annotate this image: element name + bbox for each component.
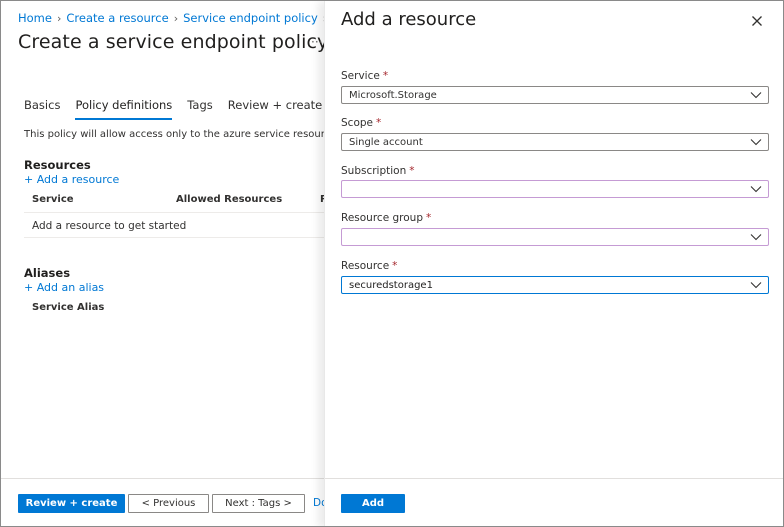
- tab-tags[interactable]: Tags: [187, 98, 212, 118]
- chevron-down-icon: [750, 186, 762, 193]
- column-service: Service: [32, 194, 74, 205]
- next-tags-button[interactable]: Next : Tags >: [212, 494, 305, 513]
- create-policy-page: Home › Create a resource › Service endpo…: [1, 1, 366, 526]
- required-marker: *: [392, 260, 398, 272]
- scope-label: Scope *: [341, 117, 382, 129]
- policy-description: This policy will allow access only to th…: [24, 129, 366, 140]
- scope-dropdown[interactable]: Single account: [341, 133, 769, 151]
- service-label: Service *: [341, 70, 389, 82]
- chevron-down-icon: [750, 92, 762, 99]
- resource-value: securedstorage1: [349, 279, 433, 291]
- previous-button[interactable]: < Previous: [128, 494, 209, 513]
- breadcrumb: Home › Create a resource › Service endpo…: [18, 11, 332, 25]
- subscription-dropdown[interactable]: [341, 180, 769, 198]
- review-create-button[interactable]: Review + create: [18, 494, 125, 513]
- aliases-heading: Aliases: [24, 266, 71, 280]
- breadcrumb-create-resource[interactable]: Create a resource: [66, 11, 168, 25]
- blade-title: Add a resource: [341, 9, 477, 30]
- breadcrumb-home[interactable]: Home: [18, 11, 52, 25]
- breadcrumb-service-endpoint-policy[interactable]: Service endpoint policy: [183, 11, 318, 25]
- resources-heading: Resources: [24, 158, 91, 172]
- add-resource-link[interactable]: + Add a resource: [24, 173, 119, 186]
- tab-policy-definitions[interactable]: Policy definitions: [75, 98, 172, 120]
- blade-footer-divider: [325, 478, 783, 479]
- resource-group-dropdown[interactable]: [341, 228, 769, 246]
- required-marker: *: [382, 70, 389, 82]
- resources-empty-row: Add a resource to get started: [32, 220, 187, 232]
- tab-basics[interactable]: Basics: [24, 98, 60, 118]
- required-marker: *: [426, 212, 432, 224]
- close-icon[interactable]: [749, 13, 765, 29]
- table-divider: [24, 237, 334, 238]
- column-allowed-resources: Allowed Resources: [176, 194, 283, 205]
- resource-group-label: Resource group *: [341, 212, 432, 224]
- chevron-down-icon: [750, 139, 762, 146]
- window: Home › Create a resource › Service endpo…: [0, 0, 784, 527]
- required-marker: *: [376, 117, 382, 129]
- service-dropdown[interactable]: Microsoft.Storage: [341, 86, 769, 104]
- add-button[interactable]: Add: [341, 494, 405, 513]
- service-value: Microsoft.Storage: [349, 89, 437, 101]
- required-marker: *: [409, 165, 415, 177]
- chevron-down-icon: [750, 282, 762, 289]
- chevron-right-icon: ›: [173, 11, 179, 25]
- resource-dropdown[interactable]: securedstorage1: [341, 276, 769, 294]
- chevron-down-icon: [750, 234, 762, 241]
- column-service-alias: Service Alias: [32, 302, 105, 313]
- table-divider: [24, 212, 334, 213]
- chevron-right-icon: ›: [56, 11, 62, 25]
- scope-value: Single account: [349, 136, 423, 148]
- add-alias-link[interactable]: + Add an alias: [24, 281, 104, 294]
- more-options-icon[interactable]: ···: [311, 35, 322, 49]
- tab-review-create[interactable]: Review + create: [228, 98, 322, 118]
- subscription-label: Subscription *: [341, 165, 415, 177]
- resource-label: Resource *: [341, 260, 398, 272]
- page-title: Create a service endpoint policy: [18, 31, 329, 53]
- add-resource-blade: Add a resource Service * Microsoft.Storag…: [324, 1, 783, 526]
- tab-bar: Basics Policy definitions Tags Review + …: [24, 98, 337, 120]
